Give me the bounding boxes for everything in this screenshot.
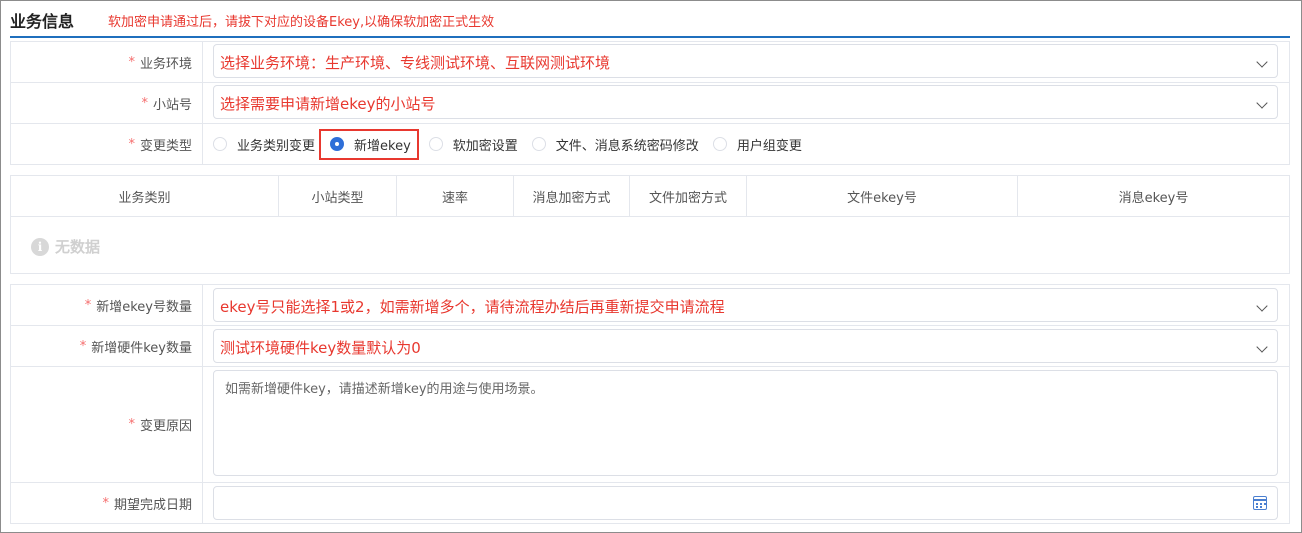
row-hw-key-count: * 新增硬件key数量 测试环境硬件key数量默认为0	[11, 326, 1289, 367]
required-mark: *	[128, 136, 135, 152]
info-icon: i	[31, 237, 49, 256]
station-value: 选择需要申请新增ekey的小站号	[220, 95, 436, 113]
radio-circle[interactable]	[428, 137, 443, 151]
table-header: 业务类别 小站类型 速率 消息加密方式 文件加密方式 文件ekey号 消息eke…	[11, 176, 1289, 217]
col-file-encryption: 文件加密方式	[630, 176, 747, 216]
reason-placeholder: 如需新增硬件key，请描述新增key的用途与使用场景。	[225, 382, 544, 397]
radio-circle[interactable]	[531, 137, 546, 151]
label-hw-key-count: * 新增硬件key数量	[11, 326, 203, 366]
row-reason: * 变更原因 如需新增硬件key，请描述新增key的用途与使用场景。	[11, 367, 1289, 483]
col-msg-encryption: 消息加密方式	[514, 176, 630, 216]
radio-add-ekey[interactable]: 新增ekey	[319, 128, 419, 160]
required-mark: *	[102, 495, 109, 511]
row-business-env: * 业务环境 选择业务环境：生产环境、专线测试环境、互联网测试环境	[11, 42, 1289, 83]
row-change-type: * 变更类型 业务类别变更 新增ekey 软加密设置 文件、消息系统密码修改 用…	[11, 124, 1289, 165]
radio-business-category-change[interactable]: 业务类别变更	[213, 135, 315, 154]
station-select[interactable]: 选择需要申请新增ekey的小站号	[213, 85, 1278, 119]
label-station: * 小站号	[11, 83, 203, 123]
chevron-down-icon	[1256, 56, 1268, 68]
col-station-type: 小站类型	[279, 176, 397, 216]
change-type-radio-group: 业务类别变更 新增ekey 软加密设置 文件、消息系统密码修改 用户组变更	[213, 124, 816, 164]
ekey-count-select[interactable]: ekey号只能选择1或2，如需新增多个，请待流程办结后再重新提交申请流程	[213, 288, 1278, 322]
form-bottom: * 新增ekey号数量 ekey号只能选择1或2，如需新增多个，请待流程办结后再…	[10, 284, 1290, 524]
label-change-type: * 变更类型	[11, 124, 203, 164]
business-env-select[interactable]: 选择业务环境：生产环境、专线测试环境、互联网测试环境	[213, 44, 1278, 78]
row-station: * 小站号 选择需要申请新增ekey的小站号	[11, 83, 1289, 124]
label-date: * 期望完成日期	[11, 483, 203, 523]
label-business-env: * 业务环境	[11, 42, 203, 82]
radio-circle[interactable]	[712, 137, 727, 151]
required-mark: *	[79, 338, 87, 354]
table-empty-state: i 无数据	[31, 236, 100, 257]
required-mark: *	[128, 417, 135, 432]
required-mark: *	[128, 54, 135, 70]
radio-circle[interactable]	[213, 137, 227, 151]
col-file-ekey: 文件ekey号	[747, 176, 1018, 216]
date-picker-input[interactable]	[213, 486, 1278, 520]
chevron-down-icon	[1256, 97, 1268, 109]
label-reason: * 变更原因	[11, 367, 203, 482]
required-mark: *	[141, 95, 148, 111]
chevron-down-icon	[1256, 341, 1268, 353]
form-top: * 业务环境 选择业务环境：生产环境、专线测试环境、互联网测试环境 * 小站号 …	[10, 41, 1290, 165]
radio-user-group-change[interactable]: 用户组变更	[712, 135, 802, 154]
reason-textarea[interactable]: 如需新增硬件key，请描述新增key的用途与使用场景。	[213, 370, 1278, 476]
ekey-table: 业务类别 小站类型 速率 消息加密方式 文件加密方式 文件ekey号 消息eke…	[10, 175, 1290, 274]
row-ekey-count: * 新增ekey号数量 ekey号只能选择1或2，如需新增多个，请待流程办结后再…	[11, 285, 1289, 326]
label-ekey-count: * 新增ekey号数量	[11, 285, 203, 325]
section-header: 业务信息 软加密申请通过后，请拔下对应的设备Ekey,以确保软加密正式生效	[10, 0, 1290, 38]
section-note: 软加密申请通过后，请拔下对应的设备Ekey,以确保软加密正式生效	[108, 15, 495, 30]
col-rate: 速率	[397, 176, 514, 216]
hw-key-count-select[interactable]: 测试环境硬件key数量默认为0	[213, 329, 1278, 363]
required-mark: *	[84, 297, 92, 313]
ekey-count-value: ekey号只能选择1或2，如需新增多个，请待流程办结后再重新提交申请流程	[220, 298, 725, 316]
radio-password-change[interactable]: 文件、消息系统密码修改	[531, 135, 699, 154]
col-msg-ekey: 消息ekey号	[1118, 190, 1189, 206]
calendar-icon[interactable]	[1253, 496, 1267, 510]
chevron-down-icon	[1256, 300, 1268, 312]
section-title: 业务信息	[10, 12, 75, 31]
row-date: * 期望完成日期	[11, 483, 1289, 524]
hw-key-count-value: 测试环境硬件key数量默认为0	[220, 339, 421, 357]
col-business-category: 业务类别	[11, 176, 279, 216]
radio-soft-encryption[interactable]: 软加密设置	[428, 135, 518, 154]
business-env-value: 选择业务环境：生产环境、专线测试环境、互联网测试环境	[220, 54, 611, 72]
radio-circle-selected[interactable]	[330, 137, 345, 151]
